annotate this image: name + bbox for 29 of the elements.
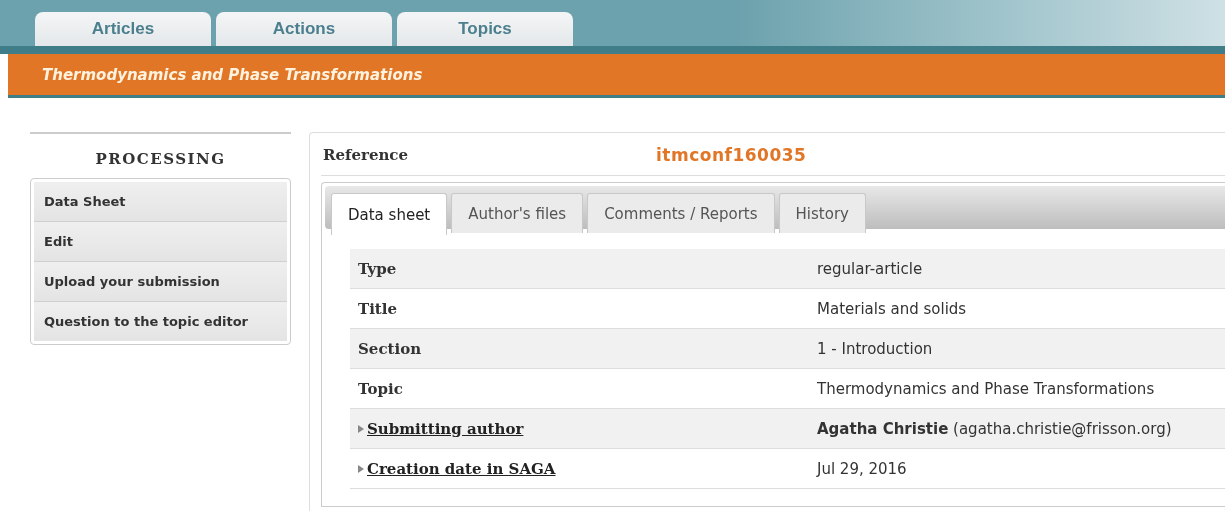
- tab[interactable]: History: [778, 193, 866, 233]
- sidebar-heading: PROCESSING: [94, 150, 227, 168]
- field-value: 1 - Introduction: [817, 339, 933, 358]
- field-link[interactable]: Submitting author: [367, 419, 524, 438]
- tab[interactable]: Data sheet: [331, 193, 448, 235]
- field-label: Topic: [358, 379, 403, 398]
- sidebar-item[interactable]: Edit: [34, 222, 287, 262]
- triangle-icon[interactable]: [358, 424, 364, 433]
- field-label: Section: [358, 339, 422, 358]
- field-label: Type: [358, 259, 397, 278]
- field-value: Jul 29, 2016: [817, 459, 907, 478]
- tab[interactable]: Comments / Reports: [587, 193, 775, 233]
- field-value: regular-article: [817, 259, 923, 278]
- field-value: Materials and solids: [817, 299, 967, 318]
- field-value: Agatha Christie (agatha.christie@frisson.org): [817, 419, 1172, 438]
- nav-tab[interactable]: Articles: [35, 12, 211, 46]
- sidebar-item[interactable]: Data Sheet: [34, 182, 287, 222]
- nav-tab[interactable]: Topics: [397, 12, 573, 46]
- reference-value: itmconf160035: [656, 145, 807, 165]
- nav-tab[interactable]: Actions: [216, 12, 392, 46]
- field-value: Thermodynamics and Phase Transformations: [817, 379, 1155, 398]
- field-link[interactable]: Creation date in SAGA: [367, 459, 556, 478]
- field-label: Title: [358, 299, 398, 318]
- sidebar-item[interactable]: Question to the topic editor: [34, 302, 287, 341]
- sidebar-item[interactable]: Upload your submission: [34, 262, 287, 302]
- triangle-icon[interactable]: [358, 464, 364, 473]
- reference-label: Reference: [323, 146, 410, 164]
- tab[interactable]: Author's files: [451, 193, 584, 233]
- banner-title: Thermodynamics and Phase Transformations: [42, 65, 423, 84]
